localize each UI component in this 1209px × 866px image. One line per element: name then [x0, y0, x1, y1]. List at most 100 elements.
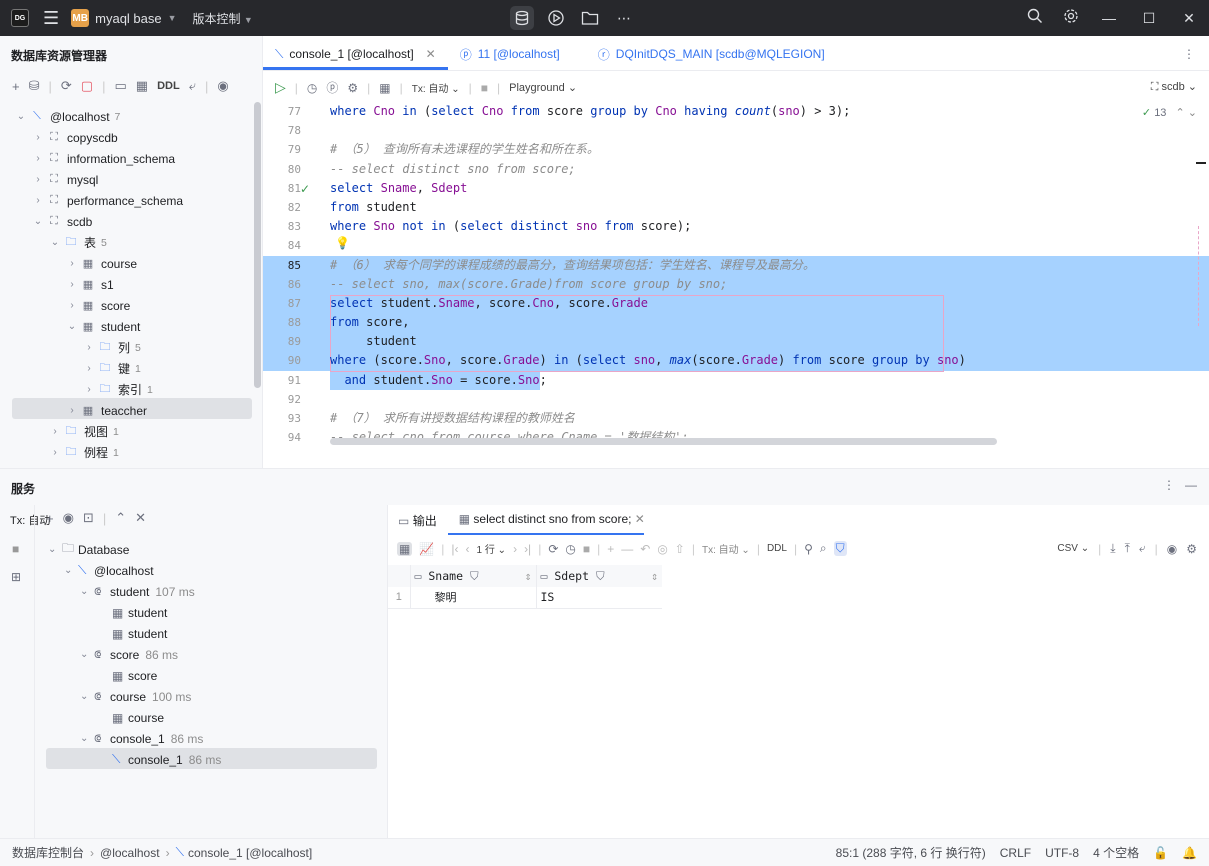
- column-header-sdept[interactable]: ▭ Sdept ⛉ ⇕: [536, 565, 662, 587]
- chevron-right-icon[interactable]: ›: [31, 153, 45, 164]
- history-icon[interactable]: ◷: [307, 81, 317, 95]
- minimize-icon[interactable]: —: [1089, 10, 1129, 26]
- console-icon[interactable]: ▭: [114, 78, 126, 94]
- csv-dropdown[interactable]: CSV ⌄: [1057, 543, 1089, 554]
- tab-11[interactable]: ⓟ 11 [@localhost]: [448, 38, 572, 70]
- explain-icon[interactable]: ⓟ: [326, 79, 338, 96]
- code-line[interactable]: select student.Sname, score.Cno, score.G…: [330, 294, 1209, 313]
- chevron-down-icon[interactable]: ⌄: [31, 216, 45, 227]
- chevron-right-icon[interactable]: ›: [65, 405, 79, 416]
- eye-icon[interactable]: ◉: [63, 510, 74, 526]
- upload-icon[interactable]: ⤒: [1125, 541, 1130, 556]
- first-page-icon[interactable]: |‹: [451, 542, 458, 556]
- close-tab-icon[interactable]: ✕: [426, 47, 436, 61]
- pin-icon[interactable]: ⚲: [804, 542, 813, 556]
- tab-output[interactable]: ▭ 输出: [398, 512, 437, 529]
- run-icon[interactable]: ▷: [275, 79, 286, 96]
- search-icon[interactable]: [1017, 8, 1053, 28]
- code-line[interactable]: # （7） 求所有讲授数据结构课程的教师姓名: [330, 409, 1209, 428]
- tree-item[interactable]: ⌄ ⛶ scdb: [31, 211, 97, 232]
- chevron-down-icon[interactable]: ⌄: [65, 321, 79, 332]
- database-icon[interactable]: [510, 6, 534, 30]
- tree-item[interactable]: › ▦ course: [65, 253, 142, 274]
- chevron-down-icon[interactable]: ⌄: [80, 586, 94, 597]
- grid-view-icon[interactable]: ▦: [397, 541, 413, 556]
- tree-item[interactable]: › ⛶ copyscdb: [31, 127, 123, 148]
- service-tree-item[interactable]: ⌄ ⟍ @localhost: [64, 560, 160, 581]
- tree-item[interactable]: › ▦ score: [65, 295, 135, 316]
- service-tree-item[interactable]: ⌄ ⟃ student 107 ms: [80, 581, 195, 602]
- code-line[interactable]: select Sname, Sdept: [330, 179, 1209, 198]
- tab-result[interactable]: ▦ select distinct sno from score; ✕: [459, 512, 645, 529]
- eye-icon[interactable]: ◉: [217, 78, 228, 94]
- revert-icon[interactable]: ↶: [640, 542, 650, 556]
- breadcrumb-host[interactable]: @localhost: [100, 846, 160, 860]
- chevron-down-icon[interactable]: ⌄: [48, 237, 62, 248]
- tree-scrollbar[interactable]: [254, 102, 261, 388]
- chevron-down-icon[interactable]: ⌄: [48, 544, 62, 555]
- add-icon[interactable]: +: [12, 79, 20, 94]
- settings-gear-icon[interactable]: [1053, 8, 1089, 28]
- more-icon[interactable]: ⋯: [612, 6, 636, 30]
- tx-button[interactable]: Tx: 自动: [10, 512, 50, 528]
- service-tree-item[interactable]: ▦ student: [112, 623, 173, 644]
- lightbulb-icon[interactable]: 💡: [335, 236, 350, 250]
- tree-item[interactable]: ⌄ 🗀 表 5: [48, 232, 107, 253]
- tree-item[interactable]: › ⛶ information_schema: [31, 148, 180, 169]
- reload-icon[interactable]: ⟳: [548, 542, 558, 556]
- code-line[interactable]: from student: [330, 198, 1209, 217]
- code-line[interactable]: where (score.Sno, score.Grade) in (selec…: [330, 351, 1209, 370]
- project-selector[interactable]: MB myaql base ▼: [71, 9, 177, 27]
- breadcrumb-console[interactable]: 数据库控制台: [12, 844, 84, 861]
- stop-icon[interactable]: ■: [12, 542, 19, 556]
- settings-icon[interactable]: ⚙: [347, 81, 358, 95]
- chevron-right-icon[interactable]: ›: [82, 342, 96, 353]
- tree-item[interactable]: › 🗀 列 5: [82, 337, 141, 358]
- chevron-right-icon[interactable]: ›: [31, 132, 45, 143]
- tree-item[interactable]: › ⛶ mysql: [31, 169, 103, 190]
- chevron-right-icon[interactable]: ›: [31, 174, 45, 185]
- expand-all-icon[interactable]: ⌃: [115, 510, 126, 526]
- grid-icon[interactable]: ▦: [379, 81, 390, 95]
- filter-icon[interactable]: ⛉: [833, 541, 847, 556]
- refresh-icon[interactable]: ⟳: [61, 78, 72, 94]
- tree-item[interactable]: › 🗀 索引 1: [82, 379, 153, 400]
- vcs-menu[interactable]: 版本控制 ▼: [193, 10, 253, 27]
- service-tree-item[interactable]: ⌄ ⟃ course 100 ms: [80, 686, 191, 707]
- notifications-bell-icon[interactable]: 🔔: [1182, 846, 1197, 860]
- tree-item[interactable]: › ▦ teaccher: [65, 400, 152, 421]
- panel-options[interactable]: ⋮ —: [1163, 478, 1197, 492]
- history-icon[interactable]: ◷: [565, 542, 575, 556]
- tree-item[interactable]: › 🗀 视图 1: [48, 421, 119, 442]
- ddl-button[interactable]: DDL: [157, 80, 180, 92]
- stop-icon[interactable]: ■: [583, 542, 590, 556]
- new-session-icon[interactable]: ⊡: [83, 510, 94, 526]
- table-icon[interactable]: ▦: [136, 78, 148, 94]
- code-line[interactable]: -- select sno, max(score.Grade)from scor…: [330, 275, 1209, 294]
- service-tree-item[interactable]: ⟍ console_1 86 ms: [112, 749, 221, 770]
- code-line[interactable]: from score,: [330, 313, 1209, 332]
- chevron-down-icon[interactable]: ⌄: [80, 691, 94, 702]
- chevron-down-icon[interactable]: ⌄: [14, 111, 28, 122]
- service-tree-item[interactable]: ▦ student: [112, 602, 173, 623]
- layout-icon[interactable]: ⊞: [11, 570, 21, 584]
- close-icon[interactable]: ✕: [1169, 10, 1209, 27]
- tree-item[interactable]: › ⛶ performance_schema: [31, 190, 188, 211]
- code-line[interactable]: -- select distinct sno from score;: [330, 160, 1209, 179]
- chevron-right-icon[interactable]: ›: [65, 300, 79, 311]
- code-line[interactable]: # （6） 求每个同学的课程成绩的最高分，查询结果项包括：学生姓名、课程号及最高…: [330, 256, 1209, 275]
- eye-icon[interactable]: ◉: [1167, 542, 1177, 556]
- sort-icon[interactable]: ⇕: [651, 569, 662, 583]
- close-tab-icon[interactable]: ✕: [635, 512, 645, 526]
- collapse-all-icon[interactable]: ✕: [135, 510, 146, 526]
- chevron-right-icon[interactable]: ›: [48, 426, 62, 437]
- indent-setting[interactable]: 4 个空格: [1093, 844, 1139, 861]
- chevron-down-icon[interactable]: ⌄: [64, 565, 78, 576]
- chevron-down-icon[interactable]: ⌄: [80, 733, 94, 744]
- compare-icon[interactable]: ⤶: [1139, 541, 1146, 556]
- cell-sname[interactable]: 黎明: [410, 587, 537, 608]
- service-tree-item[interactable]: ⌄ ⟃ score 86 ms: [80, 644, 178, 665]
- playground-dropdown[interactable]: Playground ⌄: [509, 81, 577, 94]
- ddl-button[interactable]: DDL: [767, 543, 787, 554]
- chevron-right-icon[interactable]: ›: [82, 384, 96, 395]
